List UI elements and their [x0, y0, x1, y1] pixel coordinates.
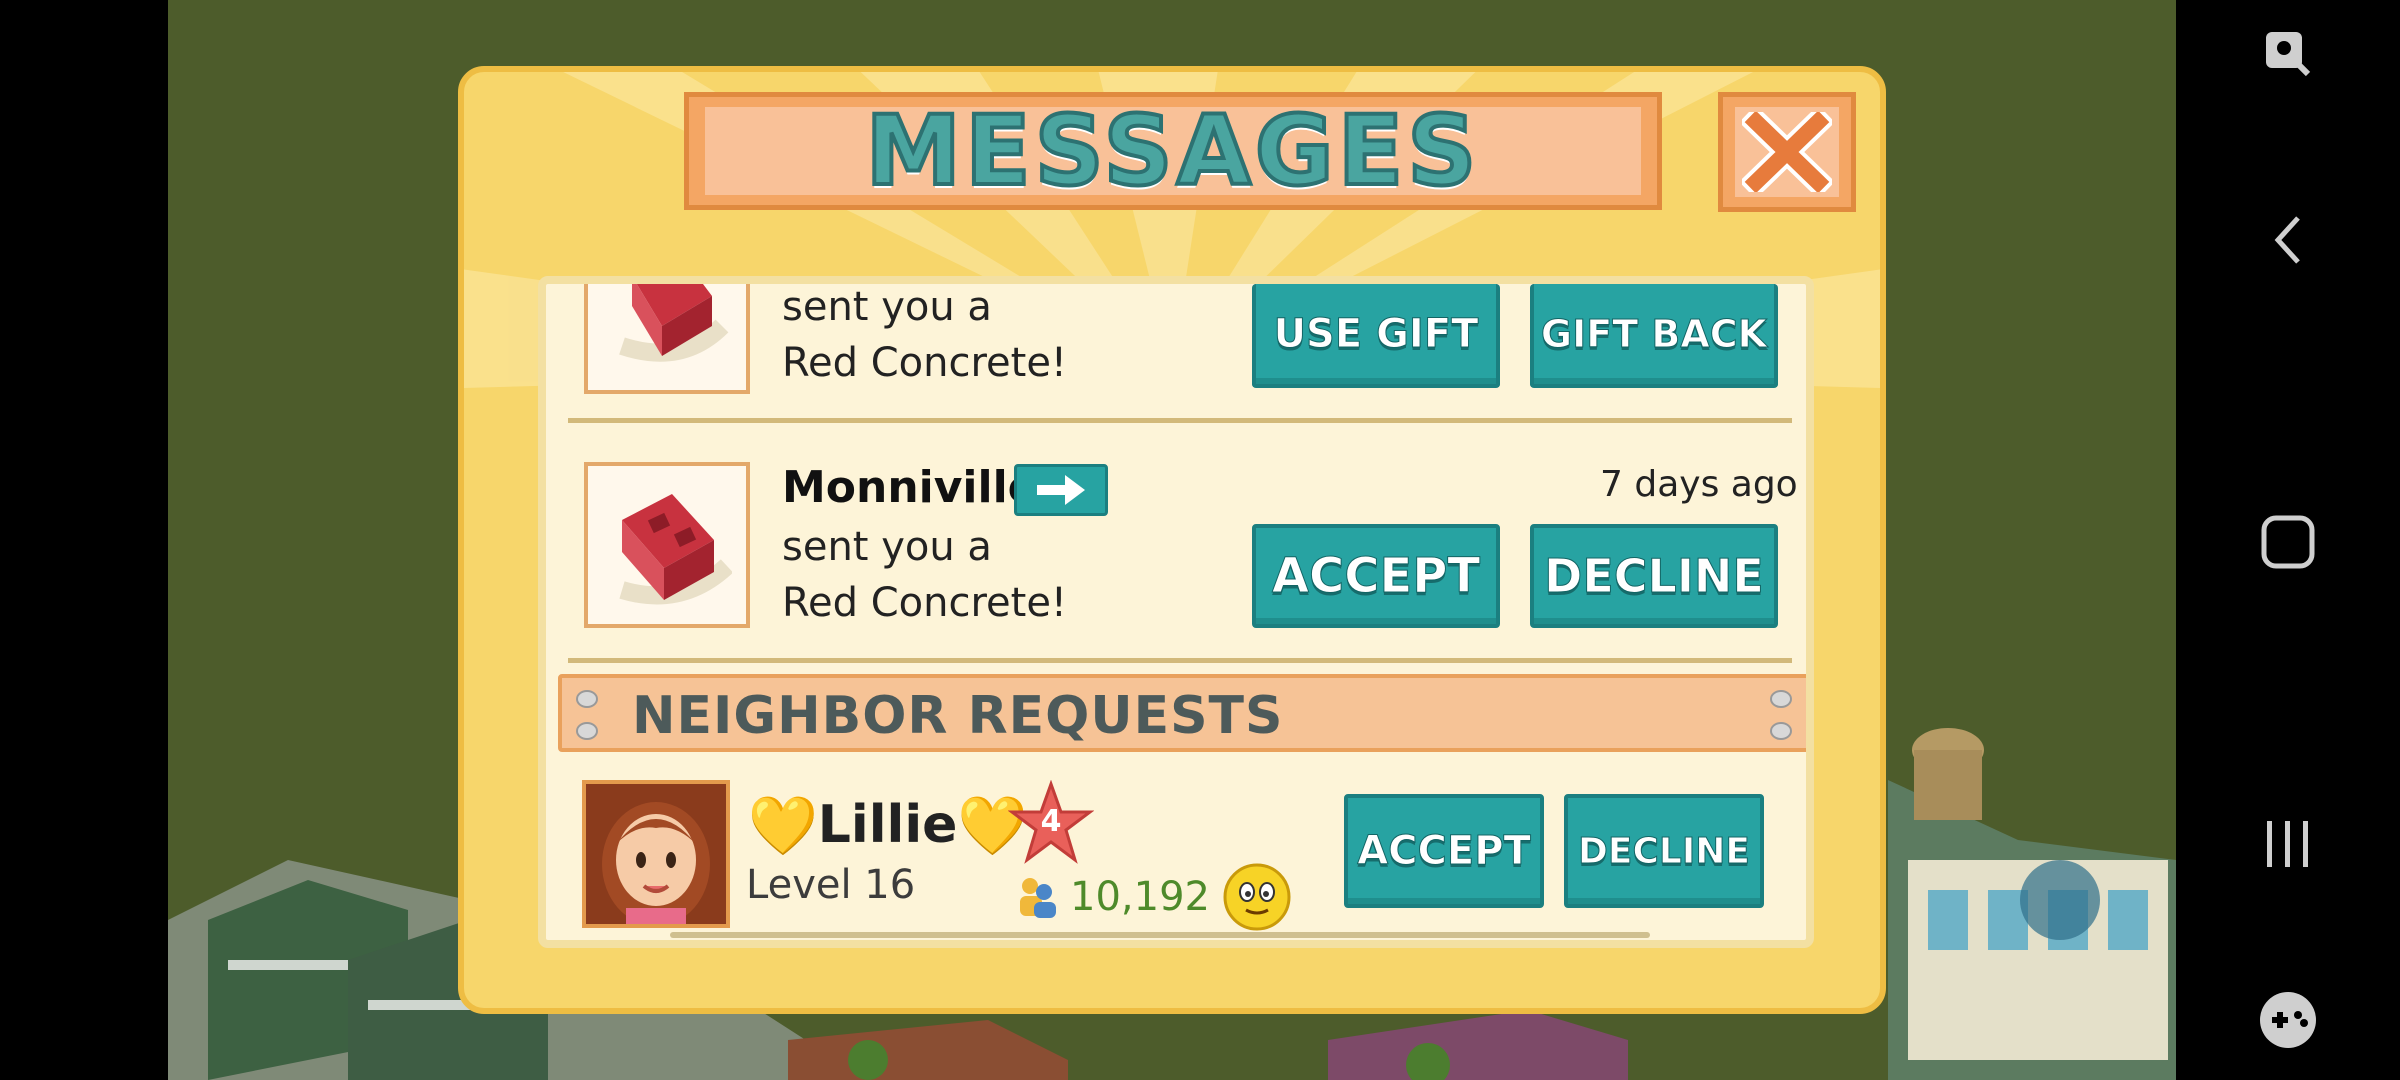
message-sender[interactable]: Monniville: [782, 462, 1038, 513]
messages-dialog: MESSAGES sent you a Red Concrete! USE GI…: [458, 66, 1886, 1014]
decline-gift-button[interactable]: DECLINE: [1530, 524, 1778, 628]
neighbor-requests-header: NEIGHBOR REQUESTS: [558, 674, 1806, 752]
population-stat: 10,192: [1014, 862, 1292, 932]
screen-record-icon[interactable]: [2246, 12, 2330, 96]
decline-neighbor-button[interactable]: DECLINE: [1564, 794, 1764, 908]
recent-apps-icon[interactable]: [2246, 802, 2330, 886]
dialog-title: MESSAGES: [864, 93, 1481, 209]
message-text-line1: sent you a: [782, 524, 992, 570]
heart-icon: 💛: [748, 793, 818, 858]
game-controller-icon[interactable]: [2246, 978, 2330, 1062]
title-banner: MESSAGES: [684, 92, 1662, 210]
gift-item-thumbnail: [584, 462, 750, 628]
android-navigation-bar: [2176, 0, 2400, 1080]
population-icon: [1020, 878, 1056, 918]
girl-avatar-icon: [586, 784, 726, 924]
neighbor-name-text: Lillie: [817, 795, 958, 855]
section-title: NEIGHBOR REQUESTS: [632, 686, 1284, 746]
gift-back-button[interactable]: GIFT BACK: [1530, 284, 1778, 388]
panel-scrollbar[interactable]: [670, 932, 1650, 938]
close-button[interactable]: [1718, 92, 1856, 212]
visit-neighbor-button[interactable]: [1014, 464, 1108, 516]
message-divider: [568, 658, 1792, 663]
accept-neighbor-button[interactable]: ACCEPT: [1344, 794, 1544, 908]
gift-item-thumbnail: [584, 284, 750, 394]
message-timestamp: 7 days ago: [1600, 464, 1798, 505]
message-text-line2: Red Concrete!: [782, 580, 1067, 626]
message-text-line2: Red Concrete!: [782, 340, 1067, 386]
smiley-icon: [1223, 863, 1291, 931]
use-gift-button[interactable]: USE GIFT: [1252, 284, 1500, 388]
close-icon: [1742, 112, 1832, 192]
level-star-badge: 4: [1008, 780, 1094, 866]
arrow-right-icon: [1037, 475, 1085, 505]
message-divider: [568, 418, 1792, 423]
neighbor-name: 💛 Lillie 💛: [748, 792, 1027, 858]
neighbor-level: Level 16: [746, 862, 916, 908]
population-value: 10,192: [1070, 874, 1210, 920]
message-text-line1: sent you a: [782, 284, 992, 330]
home-icon[interactable]: [2246, 500, 2330, 584]
back-icon[interactable]: [2246, 198, 2330, 282]
messages-panel[interactable]: sent you a Red Concrete! USE GIFT GIFT B…: [538, 276, 1814, 948]
level-star-number: 4: [1040, 804, 1062, 839]
accept-gift-button[interactable]: ACCEPT: [1252, 524, 1500, 628]
avatar: [582, 780, 730, 928]
red-concrete-block-icon: [619, 494, 732, 605]
red-concrete-block-icon: [619, 284, 729, 362]
